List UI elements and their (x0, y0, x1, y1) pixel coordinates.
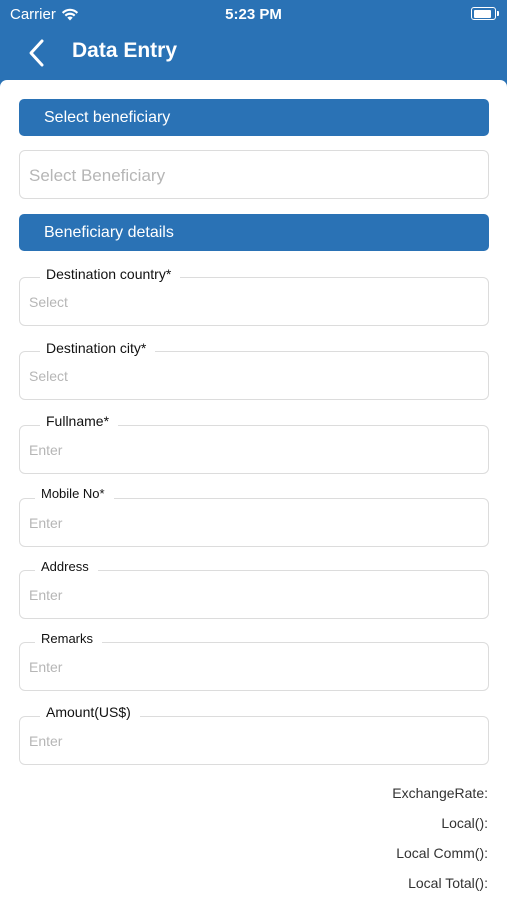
clock: 5:23 PM (225, 6, 282, 23)
page-title: Data Entry (72, 39, 178, 62)
back-button[interactable] (26, 36, 50, 70)
local-comm-label: Local Comm(): (396, 845, 488, 861)
local-total-label: Local Total(): (408, 875, 488, 891)
section-header-beneficiary-details: Beneficiary details (19, 214, 489, 251)
section-header-select-beneficiary: Select beneficiary (19, 99, 489, 136)
form-content: Select beneficiary Select Beneficiary Be… (0, 80, 507, 900)
fullname-placeholder: Enter (29, 442, 63, 458)
local-amount-label: Local(): (441, 815, 488, 831)
destination-city-label: Destination city* (40, 340, 156, 356)
amount-label: Amount(US$) (40, 704, 140, 720)
exchange-rate-label: ExchangeRate: (392, 785, 488, 801)
fullname-input[interactable]: Enter (19, 425, 489, 474)
destination-country-label: Destination country* (40, 266, 181, 282)
address-placeholder: Enter (29, 587, 63, 603)
mobile-no-label: Mobile No* (35, 486, 114, 502)
address-input[interactable]: Enter (19, 570, 489, 619)
fullname-label: Fullname* (40, 413, 119, 429)
beneficiary-select-input[interactable]: Select Beneficiary (19, 150, 489, 199)
battery-icon (471, 7, 499, 20)
destination-country-placeholder: Select (29, 294, 68, 310)
address-label: Address (35, 559, 98, 575)
remarks-label: Remarks (35, 631, 103, 647)
chevron-left-icon (29, 39, 44, 67)
destination-city-placeholder: Select (29, 368, 68, 384)
mobile-no-input[interactable]: Enter (19, 498, 489, 547)
mobile-no-placeholder: Enter (29, 515, 63, 531)
remarks-input[interactable]: Enter (19, 642, 489, 691)
status-bar: Carrier 5:23 PM (0, 0, 507, 30)
nav-bar: Data Entry (0, 30, 507, 80)
remarks-placeholder: Enter (29, 659, 63, 675)
amount-input[interactable]: Enter (19, 716, 489, 765)
destination-country-select[interactable]: Select (19, 277, 489, 326)
battery-level (473, 9, 491, 18)
amount-placeholder: Enter (29, 733, 63, 749)
destination-city-select[interactable]: Select (19, 351, 489, 400)
